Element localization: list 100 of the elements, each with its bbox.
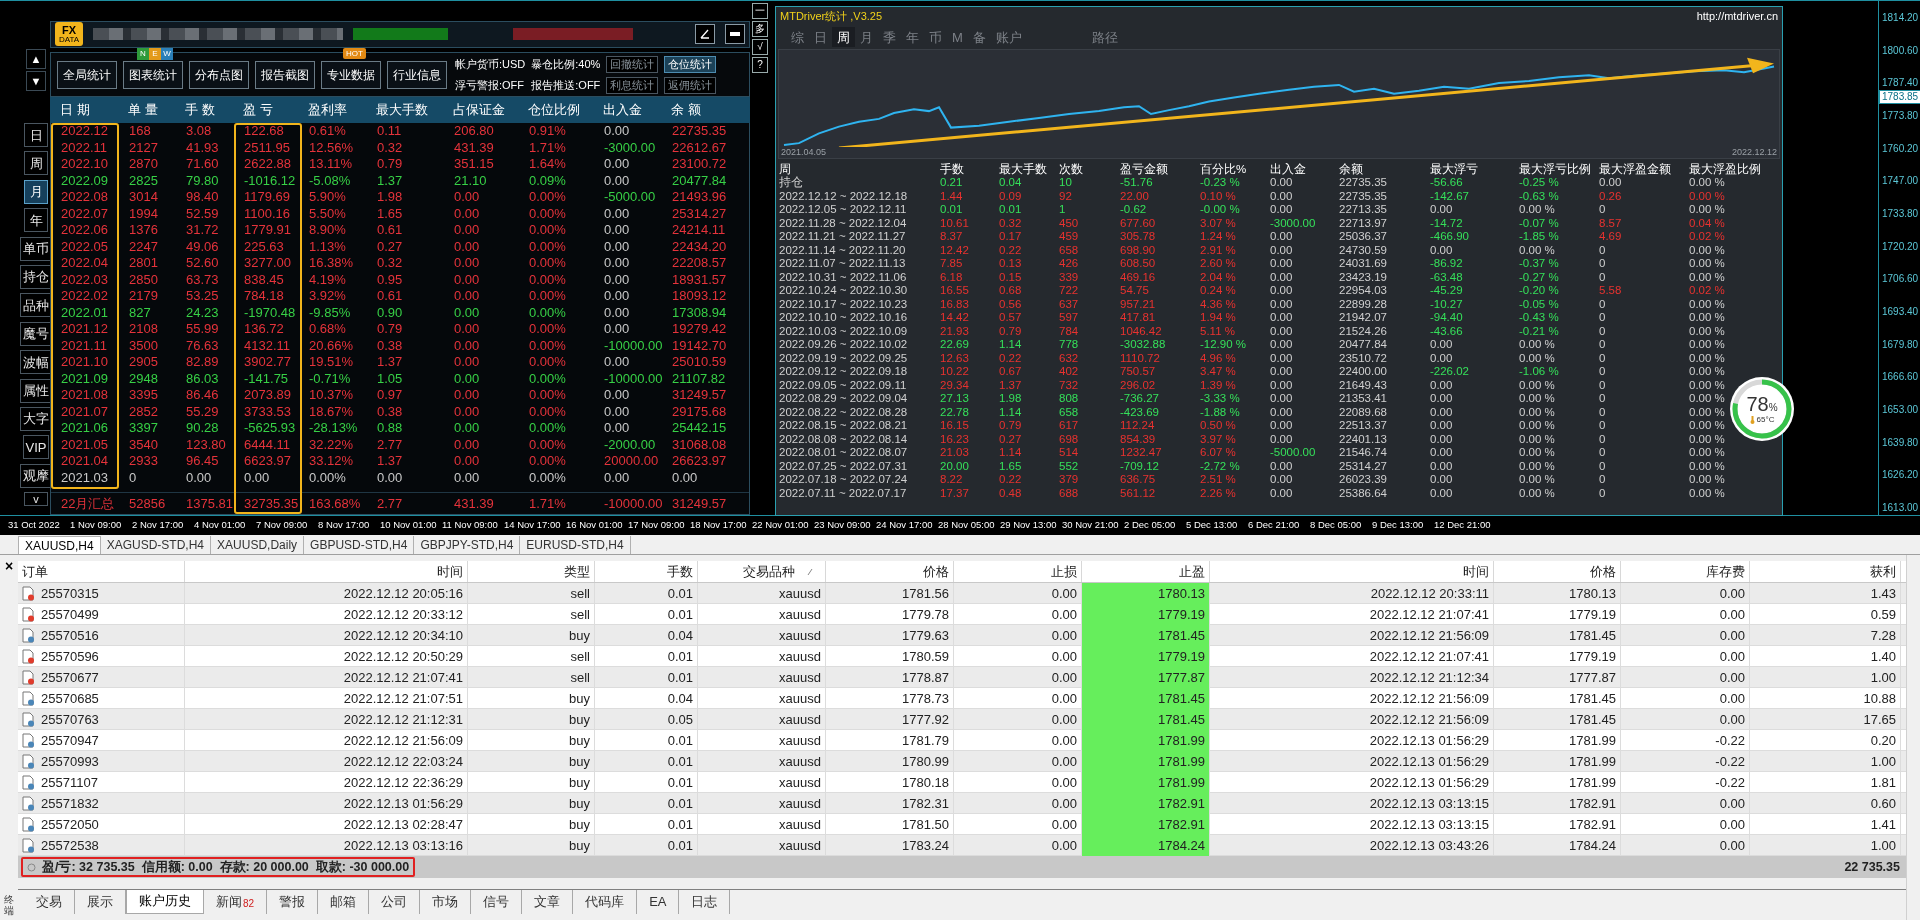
side-tab[interactable]: 单币 (20, 236, 52, 261)
terminal-tab[interactable]: 邮箱 (318, 890, 370, 914)
table-cell-text: 206.80 (453, 123, 495, 140)
time-label: 17 Nov 09:00 (628, 518, 686, 533)
period-tab[interactable]: 路径 (1086, 27, 1123, 47)
table-cell-text: 2022.09 (60, 172, 109, 189)
table-cell-text: 2022.02 (60, 288, 109, 305)
chart-tab[interactable]: XAUUSD,Daily (211, 536, 305, 554)
table-cell: 597 (1059, 311, 1079, 325)
toolbar-button[interactable]: 报告截图 (255, 60, 315, 89)
column-header[interactable]: 订单 (18, 561, 185, 582)
terminal-tab[interactable]: 日志 (679, 890, 731, 914)
table-cell-text: 168 (128, 123, 152, 140)
period-tab[interactable]: 季 (878, 27, 901, 47)
column-header[interactable]: 价格 (826, 561, 954, 582)
period-tab[interactable]: 备 (967, 27, 991, 47)
side-tab[interactable]: 日 (24, 123, 48, 147)
column-header[interactable]: 时间 (1210, 561, 1494, 582)
side-tab[interactable]: 观摩 (20, 463, 52, 488)
table-cell-text: 25570596 (41, 647, 99, 666)
minimize-button[interactable] (725, 24, 745, 45)
chart-tab[interactable]: XAGUSD-STD,H4 (100, 536, 212, 554)
stat-button[interactable]: 仓位统计 (664, 55, 717, 73)
tool-button[interactable]: 一 (752, 3, 768, 19)
terminal-tab[interactable]: 市场 (420, 890, 472, 914)
close-button[interactable]: × (4, 559, 14, 573)
side-tab[interactable]: 月 (24, 179, 48, 204)
table-cell-text: 18093.12 (671, 288, 728, 305)
terminal-tab[interactable]: 公司 (369, 890, 421, 914)
period-tab[interactable]: 币 (924, 27, 947, 47)
period-tab[interactable]: M (947, 27, 968, 47)
column-header[interactable]: 手数 (595, 561, 698, 582)
chart-tab[interactable]: GBPUSD-STD,H4 (304, 536, 415, 554)
tool-button[interactable]: 多 (752, 21, 768, 37)
toolbar-button[interactable]: 全局统计 (57, 60, 117, 89)
table-cell: 5.11 % (1200, 324, 1235, 338)
table-cell: 2022.09.19 ~ 2022.09.25 (779, 351, 908, 365)
table-cell-text: 53.25 (185, 288, 220, 305)
period-tab[interactable]: 年 (901, 27, 924, 47)
column-header[interactable]: 价格 (1494, 561, 1621, 582)
table-cell-text: 0.00 (603, 304, 631, 321)
side-tab[interactable]: 持仓 (20, 264, 52, 289)
chart-tab[interactable]: XAUUSD,H4 (18, 536, 101, 554)
table-cell: 4.96 % (1200, 351, 1236, 365)
terminal-tab[interactable]: 账户历史 (126, 890, 204, 914)
time-label: 8 Nov 17:00 (318, 518, 371, 533)
column-header[interactable]: 获利 (1750, 561, 1901, 582)
table-cell: 0 (1599, 324, 1606, 338)
side-tab[interactable]: 魔号 (20, 321, 52, 346)
period-tab[interactable]: 月 (855, 27, 878, 47)
terminal-tab[interactable]: 新闻82 (204, 890, 268, 914)
side-tab[interactable]: VIP (22, 435, 50, 460)
terminal-tab[interactable]: EA (637, 890, 680, 914)
side-tab[interactable]: 波幅 (20, 350, 52, 375)
toolbar-button[interactable]: 分布点图 (189, 60, 249, 89)
side-tab[interactable]: 品种 (20, 293, 52, 318)
chart-tab[interactable]: EURUSD-STD,H4 (520, 536, 631, 554)
table-cell-text: 22735.35 (671, 123, 728, 140)
table-cell-text: 0.00 (603, 255, 631, 272)
table-cell: 26023.39 (1339, 473, 1387, 487)
table-cell-text: 0.00% (528, 387, 567, 404)
toolbar-button[interactable]: 图表统计 (123, 60, 183, 89)
period-tab[interactable]: 综 (786, 27, 809, 47)
angle-button[interactable] (695, 24, 715, 45)
side-tab[interactable]: 属性 (20, 378, 52, 403)
table-cell-text: -1016.12 (243, 172, 297, 189)
column-header[interactable]: 止盈 (1082, 561, 1210, 582)
stat-button[interactable]: 返佣统计 (664, 76, 717, 94)
side-tab[interactable]: 周 (24, 151, 48, 176)
terminal-tab[interactable]: 代码库 (573, 890, 638, 914)
scroll-arrow-button[interactable]: ▼ (26, 71, 46, 91)
side-tab[interactable]: 大字 (20, 406, 52, 431)
stat-button[interactable]: 回撤统计 (606, 55, 659, 73)
side-tab[interactable]: 年 (24, 208, 48, 233)
stat-button[interactable]: 利息统计 (606, 76, 659, 94)
scroll-arrow-button[interactable]: ▲ (26, 49, 46, 69)
table-cell: 0 (1599, 297, 1606, 311)
terminal-tab[interactable]: 信号 (471, 890, 523, 914)
toolbar-button[interactable]: 行业信息 (387, 60, 447, 89)
url-link[interactable]: http://mtdriver.cn (1696, 7, 1778, 25)
period-tab[interactable]: 周 (832, 27, 855, 47)
toolbar-button[interactable]: 专业数据 (321, 60, 381, 89)
column-header[interactable]: 库存费 (1621, 561, 1750, 582)
side-tab[interactable]: v (24, 492, 48, 507)
table-cell: 0.00 (1270, 176, 1293, 190)
price-label: 1787.40 (1881, 76, 1920, 91)
tool-button[interactable]: ? (752, 57, 768, 73)
terminal-tab[interactable]: 文章 (522, 890, 574, 914)
tool-button[interactable]: √ (752, 39, 768, 55)
column-header[interactable]: 时间 (185, 561, 468, 582)
period-tab[interactable]: 日 (809, 27, 832, 47)
column-header[interactable]: 类型 (468, 561, 595, 582)
chart-tab[interactable]: GBPJPY-STD,H4 (414, 536, 521, 554)
table-cell: 296.02 (1120, 378, 1156, 392)
terminal-tab[interactable]: 警报 (267, 890, 319, 914)
column-header[interactable]: 交易品种 (698, 561, 826, 582)
table-cell-text: 225.63 (243, 238, 285, 255)
period-tab[interactable]: 账户 (990, 27, 1027, 47)
column-header[interactable]: 止损 (954, 561, 1082, 582)
terminal-tab[interactable]: 交易 (24, 890, 75, 914)
